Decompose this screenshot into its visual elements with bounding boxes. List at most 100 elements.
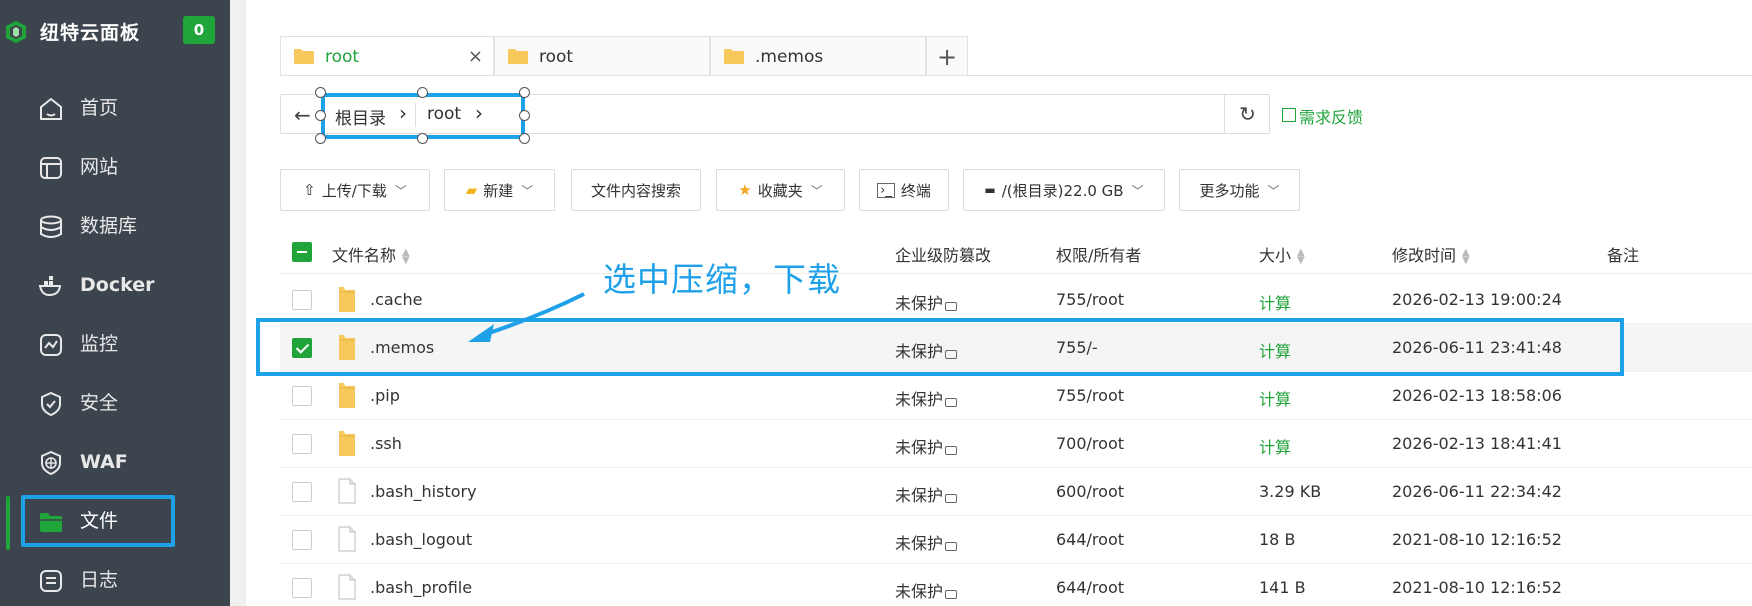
close-icon[interactable]: × — [468, 46, 483, 67]
permission-owner[interactable]: 644/root — [1056, 578, 1124, 597]
permission-owner[interactable]: 755/root — [1056, 290, 1124, 309]
file-size[interactable]: 计算 — [1259, 434, 1291, 458]
website-icon — [40, 157, 62, 179]
tab-root-active[interactable]: root × — [280, 36, 494, 76]
permission-owner[interactable]: 644/root — [1056, 530, 1124, 549]
protect-status[interactable]: 未保护 — [895, 434, 958, 458]
notification-badge[interactable]: 0 — [183, 16, 215, 44]
annotation-handle — [315, 110, 326, 121]
edit-icon — [1282, 108, 1296, 122]
file-name[interactable]: .bash_profile — [370, 578, 472, 597]
content-search-button[interactable]: 文件内容搜索 — [571, 169, 701, 211]
more-functions-button[interactable]: 更多功能 ﹀ — [1179, 169, 1300, 211]
chevron-down-icon: ﹀ — [521, 183, 534, 198]
sidebar-item-label: 日志 — [80, 569, 119, 591]
file-icon — [338, 478, 356, 504]
lock-icon — [945, 590, 958, 599]
header-size[interactable]: 大小 ▲ ▼ — [1259, 242, 1305, 266]
row-checkbox[interactable] — [292, 530, 312, 550]
sidebar-item-docker[interactable]: Docker — [0, 261, 230, 309]
sort-icon: ▲ ▼ — [1297, 246, 1305, 266]
sort-icon: ▲ ▼ — [402, 246, 410, 266]
feedback-link[interactable]: 需求反馈 — [1282, 104, 1363, 128]
monitor-icon — [40, 334, 62, 356]
row-checkbox[interactable] — [292, 578, 312, 598]
button-label: 文件内容搜索 — [590, 181, 681, 200]
sidebar-item-monitor[interactable]: 监控 — [0, 320, 230, 368]
folder-icon — [724, 49, 744, 64]
favorites-button[interactable]: ★ 收藏夹 ﹀ — [716, 169, 845, 211]
folder-icon — [508, 49, 528, 64]
upload-download-button[interactable]: ⇧ 上传/下载 ﹀ — [280, 169, 430, 211]
annotation-handle — [417, 133, 428, 144]
row-checkbox[interactable] — [292, 290, 312, 310]
table-row[interactable]: .bash_profile 未保护 644/root 141 B 2021-08-10 … — [280, 564, 1752, 606]
terminal-button[interactable]: ›_ 终端 — [859, 169, 949, 211]
add-tab-button[interactable]: + — [926, 36, 968, 76]
refresh-icon[interactable]: ↻ — [1224, 94, 1270, 134]
file-name[interactable]: .ssh — [370, 434, 402, 453]
modified-time: 2026-02-13 19:00:24 — [1392, 290, 1562, 309]
file-icon — [338, 574, 356, 600]
file-size[interactable]: 计算 — [1259, 386, 1291, 410]
disk-button[interactable]: ▬ /(根目录)22.0 GB ﹀ — [963, 169, 1165, 211]
protect-status[interactable]: 未保护 — [895, 386, 958, 410]
folder-icon — [339, 287, 355, 312]
sidebar-item-database[interactable]: 数据库 — [0, 202, 230, 250]
sidebar-item-label: 数据库 — [80, 215, 138, 237]
sidebar-item-logs[interactable]: 日志 — [0, 556, 230, 604]
sidebar-item-website[interactable]: 网站 — [0, 143, 230, 191]
table-row[interactable]: .ssh 未保护 700/root 计算 2026-02-13 18:41:41 — [280, 420, 1752, 468]
tab-root[interactable]: root — [494, 36, 710, 76]
brand: 纽特云面板 0 — [0, 0, 230, 62]
header-mtime[interactable]: 修改时间 ▲ ▼ — [1392, 242, 1470, 266]
table-row[interactable]: .pip 未保护 755/root 计算 2026-02-13 18:58:06 — [280, 372, 1752, 420]
file-icon — [338, 526, 356, 552]
docker-icon — [38, 276, 62, 297]
header-name[interactable]: 文件名称 ▲ ▼ — [332, 242, 410, 266]
modified-time: 2021-08-10 12:16:52 — [1392, 530, 1562, 549]
header-protect: 企业级防篡改 — [895, 246, 992, 265]
protect-status[interactable]: 未保护 — [895, 530, 958, 554]
annotation-arrow-icon — [468, 292, 585, 342]
protect-status[interactable]: 未保护 — [895, 290, 958, 314]
folder-icon — [339, 383, 355, 408]
file-size[interactable]: 计算 — [1259, 290, 1291, 314]
sidebar-item-security[interactable]: 安全 — [0, 379, 230, 427]
file-name[interactable]: .bash_history — [370, 482, 477, 501]
modified-time: 2026-02-13 18:41:41 — [1392, 434, 1562, 453]
upload-icon: ⇧ — [303, 181, 316, 199]
database-icon — [40, 215, 62, 238]
table-row[interactable]: .bash_logout 未保护 644/root 18 B 2021-08-10 12… — [280, 516, 1752, 564]
file-size: 141 B — [1259, 578, 1306, 597]
chevron-down-icon: ﹀ — [394, 183, 407, 198]
sidebar-item-label: 首页 — [80, 97, 119, 119]
shield-icon — [41, 391, 61, 417]
new-button[interactable]: ▰ 新建 ﹀ — [444, 169, 555, 211]
row-checkbox[interactable] — [292, 434, 312, 454]
protect-status[interactable]: 未保护 — [895, 482, 958, 506]
row-checkbox[interactable] — [292, 386, 312, 406]
file-name[interactable]: .cache — [370, 290, 422, 309]
tab-label: root — [325, 46, 360, 67]
tab-memos[interactable]: .memos — [710, 36, 926, 76]
terminal-icon: ›_ — [877, 182, 895, 198]
file-name[interactable]: .pip — [370, 386, 400, 405]
select-all-checkbox[interactable] — [292, 242, 312, 262]
back-arrow-icon[interactable]: ← — [294, 103, 311, 127]
protect-status[interactable]: 未保护 — [895, 578, 958, 602]
sidebar-item-label: Docker — [80, 274, 155, 296]
permission-owner[interactable]: 755/root — [1056, 386, 1124, 405]
button-label: 收藏夹 — [757, 181, 803, 200]
waf-icon — [41, 450, 61, 476]
sidebar-item-home[interactable]: 首页 — [0, 84, 230, 132]
tab-bar: root × root .memos + — [280, 36, 968, 76]
permission-owner[interactable]: 700/root — [1056, 434, 1124, 453]
permission-owner[interactable]: 600/root — [1056, 482, 1124, 501]
button-label: 上传/下载 — [321, 181, 387, 200]
lock-icon — [945, 542, 958, 551]
sidebar-item-waf[interactable]: WAF — [0, 438, 230, 486]
table-row[interactable]: .bash_history 未保护 600/root 3.29 KB 2026-06-1… — [280, 468, 1752, 516]
row-checkbox[interactable] — [292, 482, 312, 502]
file-name[interactable]: .bash_logout — [370, 530, 472, 549]
